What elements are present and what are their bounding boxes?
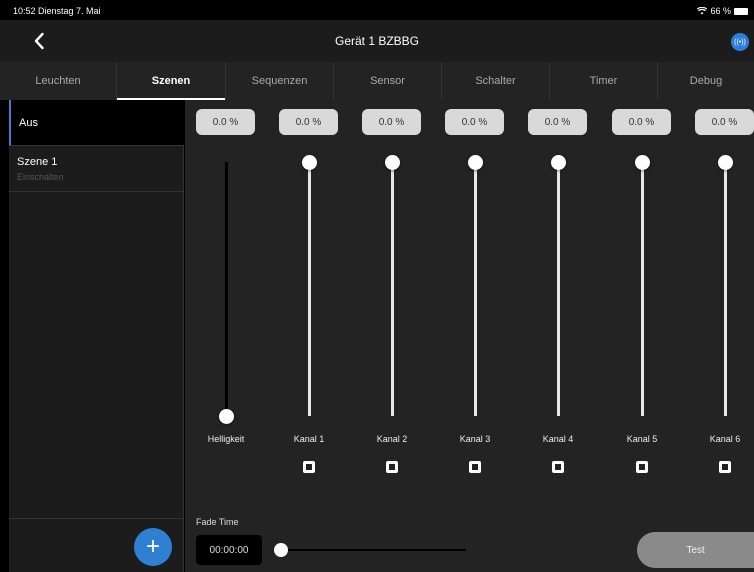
- tab-sensor[interactable]: Sensor: [334, 62, 442, 100]
- battery-icon: [734, 7, 748, 15]
- scene-list: Aus Szene 1 Einschalten +: [9, 100, 184, 572]
- nav-bar: Gerät 1 BZBBG ((•)): [0, 20, 754, 62]
- fade-slider-thumb[interactable]: [274, 543, 288, 557]
- channel-slider-thumb[interactable]: [302, 155, 317, 170]
- channel-slider-track[interactable]: [557, 162, 560, 416]
- channel-checkbox[interactable]: [636, 461, 648, 473]
- channel-slider-track[interactable]: [641, 162, 644, 416]
- plus-icon: +: [145, 533, 160, 560]
- channel-checkbox[interactable]: [719, 461, 731, 473]
- channel-slider-thumb[interactable]: [635, 155, 650, 170]
- page-title: Gerät 1 BZBBG: [334, 34, 420, 48]
- scene-item-szene-1[interactable]: Szene 1 Einschalten: [9, 146, 184, 192]
- add-scene-button[interactable]: +: [134, 528, 172, 566]
- channel-slider-track[interactable]: [308, 162, 311, 416]
- channel-slider-track[interactable]: [225, 162, 228, 416]
- channel-label: Kanal 6: [709, 434, 741, 444]
- fade-slider-track[interactable]: [280, 549, 466, 551]
- battery-percent: 66 %: [710, 6, 731, 16]
- channel-slider-thumb[interactable]: [551, 155, 566, 170]
- tab-debug[interactable]: Debug: [658, 62, 754, 100]
- channel-slider-track[interactable]: [724, 162, 727, 416]
- channel-slider-thumb[interactable]: [219, 409, 234, 424]
- channel-slider-thumb[interactable]: [718, 155, 733, 170]
- tab-timer[interactable]: Timer: [550, 62, 658, 100]
- channel-label: Kanal 1: [293, 434, 325, 444]
- channel-value: 0.0 %: [279, 109, 338, 135]
- channel-slider-track[interactable]: [474, 162, 477, 416]
- scene-name: Aus: [19, 117, 38, 129]
- channel-slider-thumb[interactable]: [468, 155, 483, 170]
- channel-value: 0.0 %: [362, 109, 421, 135]
- status-right: 66 %: [697, 6, 748, 16]
- tab-szenen[interactable]: Szenen: [117, 62, 226, 100]
- sidebar-divider: [9, 518, 184, 519]
- channel-value: 0.0 %: [528, 109, 587, 135]
- scene-subtitle: Einschalten: [17, 172, 64, 182]
- scene-editor: 0.0 % Helligkeit 0.0 % Kanal 1 0.0 % Kanal 2 0…: [185, 100, 754, 572]
- channel-value: 0.0 %: [196, 109, 255, 135]
- channel-checkbox[interactable]: [303, 461, 315, 473]
- fade-time-label: Fade Time: [196, 517, 239, 527]
- status-time: 10:52 Dienstag 7. Mai: [13, 6, 101, 16]
- scene-name: Szene 1: [17, 156, 58, 168]
- status-bar: 10:52 Dienstag 7. Mai 66 %: [0, 0, 754, 20]
- connection-button[interactable]: ((•)): [731, 33, 749, 51]
- test-button[interactable]: Test: [637, 532, 754, 568]
- channel-label: Kanal 5: [626, 434, 658, 444]
- channel-checkbox[interactable]: [386, 461, 398, 473]
- scene-item-aus[interactable]: Aus: [9, 100, 184, 146]
- channel-label: Kanal 4: [542, 434, 574, 444]
- channel-checkbox[interactable]: [552, 461, 564, 473]
- tab-sequenzen[interactable]: Sequenzen: [226, 62, 334, 100]
- tab-leuchten[interactable]: Leuchten: [0, 62, 117, 100]
- tab-bar: Leuchten Szenen Sequenzen Sensor Schalte…: [0, 62, 754, 100]
- channel-value: 0.0 %: [612, 109, 671, 135]
- channel-value: 0.0 %: [695, 109, 754, 135]
- channel-slider-thumb[interactable]: [385, 155, 400, 170]
- channel-label: Kanal 2: [376, 434, 408, 444]
- channel-slider-track[interactable]: [391, 162, 394, 416]
- fade-time-field[interactable]: 00:00:00: [196, 535, 262, 565]
- channel-value: 0.0 %: [445, 109, 504, 135]
- channel-checkbox[interactable]: [469, 461, 481, 473]
- channel-label: Helligkeit: [207, 434, 245, 444]
- tab-schalter[interactable]: Schalter: [442, 62, 550, 100]
- channel-label: Kanal 3: [459, 434, 491, 444]
- broadcast-icon: ((•)): [734, 38, 746, 46]
- wifi-icon: [697, 7, 708, 15]
